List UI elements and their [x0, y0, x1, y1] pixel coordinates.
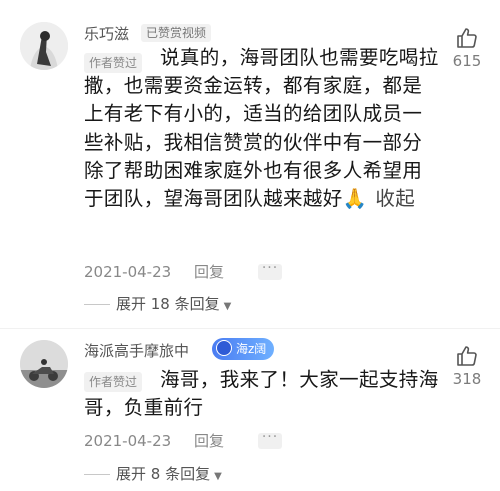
comment-divider	[0, 328, 500, 329]
username[interactable]: 海派高手摩旅中	[84, 340, 189, 361]
thumbs-up-icon	[457, 346, 477, 366]
comment-body: 海哥，我来了！大家一起支持海哥，负重前行	[84, 368, 439, 420]
badge-icon	[216, 340, 232, 356]
like-button[interactable]: 318	[443, 344, 491, 388]
pray-emoji: 🙏	[342, 187, 368, 211]
comment-text: 海哥，我来了！大家一起支持海哥，负重前行	[84, 366, 439, 422]
collapse-link[interactable]: 收起	[375, 187, 415, 210]
chevron-down-icon: ▼	[223, 301, 232, 312]
comment-date: 2021-04-23	[84, 432, 172, 450]
chevron-down-icon: ▼	[214, 471, 222, 482]
more-dots-icon[interactable]: ···	[258, 430, 282, 449]
comment-meta: 2021-04-23 回复	[84, 430, 224, 451]
like-button[interactable]: 615	[443, 26, 491, 70]
expand-replies-label: 展开 18 条回复	[116, 295, 220, 313]
expand-replies-label: 展开 8 条回复	[116, 465, 211, 483]
username[interactable]: 乐巧滋	[84, 23, 129, 44]
appreciated-video-tag: 已赞赏视频	[141, 24, 212, 42]
reply-button[interactable]: 回复	[194, 432, 224, 450]
avatar-image	[20, 22, 68, 70]
comment-body: 说真的，海哥团队也需要吃喝拉撒，也需要资金运转，都有家庭，都是上有老下有小的，适…	[84, 46, 439, 211]
like-count: 318	[452, 370, 482, 388]
thumbs-up-icon	[457, 28, 477, 48]
expand-divider-line	[84, 474, 110, 475]
reply-button[interactable]: 回复	[194, 263, 224, 281]
comment-date: 2021-04-23	[84, 263, 172, 281]
expand-divider-line	[84, 304, 110, 305]
avatar[interactable]	[20, 22, 68, 70]
like-count: 615	[452, 52, 482, 70]
expand-replies-button[interactable]: 展开 18 条回复 ▼	[84, 293, 231, 314]
fan-badge[interactable]: 海z阔	[212, 338, 275, 360]
avatar[interactable]	[20, 340, 68, 388]
expand-replies-button[interactable]: 展开 8 条回复 ▼	[84, 463, 222, 484]
comment-text: 说真的，海哥团队也需要吃喝拉撒，也需要资金运转，都有家庭，都是上有老下有小的，适…	[84, 44, 439, 213]
fan-badge-label: 海z阔	[236, 342, 267, 356]
comment-meta: 2021-04-23 回复	[84, 261, 224, 282]
avatar-image	[20, 340, 68, 388]
more-dots-icon[interactable]: ···	[258, 261, 282, 280]
